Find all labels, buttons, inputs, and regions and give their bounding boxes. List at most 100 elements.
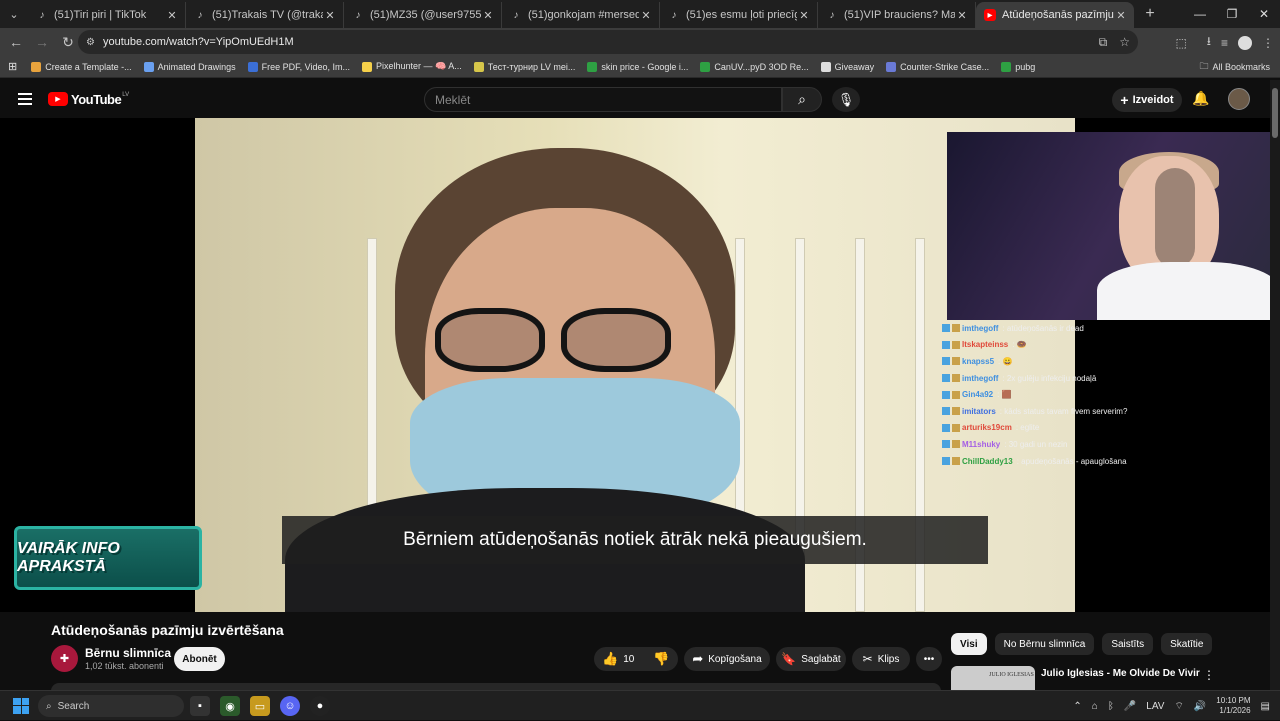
- chat-badge-icon: [942, 423, 950, 432]
- volume-icon[interactable]: 🔊: [1194, 701, 1206, 712]
- clock-date: 1/1/2026: [1219, 706, 1251, 715]
- media-control-icon[interactable]: ≡: [1221, 36, 1228, 50]
- filter-chip[interactable]: Skatītie: [1161, 633, 1213, 655]
- chat-badge-icon: [942, 340, 950, 349]
- restore-icon[interactable]: ❐: [1216, 0, 1248, 28]
- filter-chip[interactable]: Visi: [951, 633, 987, 655]
- close-tab-icon[interactable]: ✕: [1114, 9, 1128, 22]
- chat-text: : apudeņošanās - apauglošana: [1016, 456, 1127, 466]
- notifications-bell-icon[interactable]: 🔔: [1192, 90, 1209, 107]
- browser-tab[interactable]: ♪ (51)MZ35 (@user97552614818✕: [344, 2, 502, 28]
- bookmark-item[interactable]: Pixelhunter — 🧠 A...: [362, 61, 462, 72]
- recommended-menu-icon[interactable]: ⋮: [1203, 668, 1215, 682]
- close-window-icon[interactable]: ✕: [1248, 0, 1280, 28]
- clip-button[interactable]: ✂ Klips: [852, 647, 910, 671]
- taskbar-search[interactable]: ⌕ Search: [38, 695, 184, 717]
- profile-avatar[interactable]: [1238, 35, 1252, 50]
- browser-tab[interactable]: ♪ (51)es esmu ļoti priecīga, es tal✕: [660, 2, 818, 28]
- dislike-button[interactable]: 👎: [653, 651, 669, 667]
- bookmark-item[interactable]: Animated Drawings: [143, 61, 236, 72]
- notifications-icon[interactable]: ▤: [1261, 701, 1270, 712]
- browser-tab[interactable]: ♪ (51)Trakais TV (@trakais_viking✕: [186, 2, 344, 28]
- search-input[interactable]: Meklēt: [424, 87, 782, 112]
- taskbar-search-label: Search: [57, 700, 90, 712]
- address-bar-row: ← → ↻ ⚙ youtube.com/watch?v=YipOmUEdH1M …: [0, 28, 1280, 56]
- close-tab-icon[interactable]: ✕: [797, 9, 811, 22]
- bookmark-item[interactable]: Тест-турнир LV mei...: [473, 61, 575, 72]
- tab-search-menu-icon[interactable]: ⌄: [0, 0, 28, 28]
- subscribe-button[interactable]: Abonēt: [174, 647, 225, 671]
- extensions-icon[interactable]: ⬚: [1175, 36, 1186, 50]
- create-button[interactable]: + Izveidot: [1112, 88, 1182, 112]
- windows-start-icon[interactable]: [13, 697, 29, 714]
- browser-tab[interactable]: ▸ Atūdeņošanās pazīmju izvērtē✕: [976, 2, 1134, 28]
- create-label: Izveidot: [1132, 94, 1174, 106]
- network-icon[interactable]: ⌂: [1092, 701, 1098, 712]
- filter-chip[interactable]: No Bērnu slimnīca: [994, 633, 1095, 655]
- close-tab-icon[interactable]: ✕: [165, 9, 179, 22]
- close-tab-icon[interactable]: ✕: [639, 9, 653, 22]
- browser-tab[interactable]: ♪ (51)gonkojam #mersedes | TikT✕: [502, 2, 660, 28]
- chat-sword-icon: [952, 390, 960, 399]
- browser-menu-icon[interactable]: ⋮: [1262, 36, 1274, 50]
- chrome-icon[interactable]: ◉: [220, 696, 240, 716]
- minimize-icon[interactable]: —: [1184, 0, 1216, 28]
- channel-avatar[interactable]: ✚: [51, 645, 78, 672]
- apps-grid-icon[interactable]: ⊞: [8, 60, 17, 73]
- browser-tab[interactable]: ♪ (51)VIP brauciens? Mans suns ;✕: [818, 2, 976, 28]
- close-tab-icon[interactable]: ✕: [481, 9, 495, 22]
- like-button[interactable]: 👍 10: [602, 651, 634, 667]
- scrollbar-thumb[interactable]: [1272, 88, 1278, 138]
- task-view-icon[interactable]: ▪: [190, 696, 210, 716]
- share-button[interactable]: ➦ Kopīgošana: [684, 647, 770, 671]
- url-field[interactable]: ⚙ youtube.com/watch?v=YipOmUEdH1M ⧉ ☆: [78, 30, 1138, 54]
- plus-icon: +: [1120, 92, 1129, 108]
- reload-icon[interactable]: ↻: [56, 30, 80, 54]
- forward-icon[interactable]: →: [30, 30, 54, 54]
- channel-name[interactable]: Bērnu slimnīca: [85, 646, 171, 660]
- app-icon[interactable]: ●: [310, 696, 330, 716]
- page-scrollbar[interactable]: [1270, 80, 1280, 690]
- hamburger-menu-icon[interactable]: [18, 93, 32, 105]
- bookmarks-bar: ⊞ Create a Template -... Animated Drawing…: [0, 56, 1280, 78]
- search-button[interactable]: ⌕: [782, 87, 822, 112]
- voice-search-icon[interactable]: 🎙: [832, 87, 860, 112]
- clock[interactable]: 10:10 PM 1/1/2026: [1216, 696, 1250, 716]
- file-explorer-icon[interactable]: ▭: [250, 696, 270, 716]
- save-button[interactable]: 🔖 Saglabāt: [776, 647, 846, 671]
- language-indicator[interactable]: LAV: [1146, 701, 1164, 712]
- close-tab-icon[interactable]: ✕: [955, 9, 969, 22]
- discord-icon[interactable]: ☺: [280, 696, 300, 716]
- all-bookmarks[interactable]: 🗀 All Bookmarks: [1199, 59, 1270, 75]
- filter-chip[interactable]: Saistīts: [1102, 633, 1154, 655]
- bookmark-item[interactable]: skin price - Google i...: [587, 61, 688, 72]
- back-icon[interactable]: ←: [4, 30, 28, 54]
- install-app-icon[interactable]: ⧉: [1099, 35, 1108, 50]
- bookmark-item[interactable]: Counter-Strike Case...: [886, 61, 989, 72]
- bookmark-item[interactable]: Free PDF, Video, Im...: [247, 61, 350, 72]
- close-tab-icon[interactable]: ✕: [323, 9, 337, 22]
- headphones: [1155, 168, 1195, 268]
- bookmark-favicon-icon: [587, 61, 598, 72]
- recommended-thumbnail[interactable]: JULIO IGLESIAS: [951, 666, 1035, 690]
- downloads-icon[interactable]: ⭳: [1207, 32, 1211, 53]
- youtube-logo[interactable]: ▶ YouTube LV: [48, 92, 129, 107]
- tab-title: (51)es esmu ļoti priecīga, es tal: [686, 9, 797, 21]
- new-tab-icon[interactable]: +: [1138, 5, 1162, 23]
- microphone-icon[interactable]: 🎤: [1124, 701, 1136, 712]
- account-avatar[interactable]: [1228, 88, 1250, 110]
- bookmark-star-icon[interactable]: ☆: [1119, 35, 1130, 50]
- bluetooth-icon[interactable]: ᛒ: [1108, 701, 1114, 712]
- wifi-icon[interactable]: ⌔: [1174, 700, 1183, 713]
- save-label: Saglabāt: [801, 653, 841, 665]
- video-player[interactable]: Bērniem atūdeņošanās notiek ātrāk nekā p…: [0, 118, 1270, 612]
- bookmark-item[interactable]: Giveaway: [820, 61, 874, 72]
- bookmark-item[interactable]: CanUV...pyD 3OD Re...: [700, 61, 809, 72]
- more-actions-button[interactable]: •••: [916, 647, 942, 671]
- browser-tab[interactable]: ♪ (51)Tiri piri | TikTok ✕: [28, 2, 186, 28]
- recommended-video[interactable]: JULIO IGLESIAS Julio Iglesias - Me Olvid…: [951, 666, 1251, 690]
- tray-overflow-icon[interactable]: ⌃: [1073, 701, 1081, 712]
- bookmark-item[interactable]: Create a Template -...: [31, 61, 132, 72]
- bookmark-item[interactable]: pubg: [1001, 61, 1035, 72]
- site-info-icon[interactable]: ⚙: [86, 37, 95, 48]
